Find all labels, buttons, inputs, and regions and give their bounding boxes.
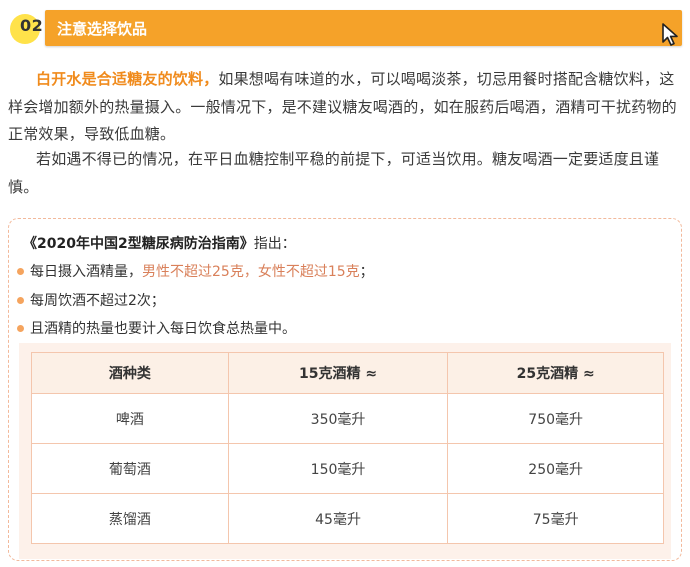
table-cell: 45毫升	[227, 493, 449, 544]
guideline-title-suffix: 指出：	[253, 236, 296, 252]
paragraph-alcohol: 若如遇不得已的情况，在平日血糖控制平稳的前提下，可适当饮用。糖友喝酒一定要适度且…	[8, 146, 684, 201]
table-cell: 葡萄酒	[31, 443, 229, 494]
table-row: 葡萄酒 150毫升 250毫升	[31, 443, 664, 494]
alcohol-table: 酒种类 15克酒精 ≈ 25克酒精 ≈ 啤酒 350毫升 750毫升 葡萄酒 1…	[31, 352, 664, 544]
list-item-text: 且酒精的热量也要计入每日饮食总热量中。	[30, 321, 296, 337]
list-item-text: 每日摄入酒精量，	[30, 264, 142, 280]
section-number: 02	[20, 16, 44, 35]
table-cell: 75毫升	[447, 493, 664, 544]
list-item-highlight: 男性不超过25克，女性不超过15克	[142, 264, 360, 280]
list-item-text: 每周饮酒不超过2次；	[30, 293, 165, 309]
table-cell: 150毫升	[227, 443, 449, 494]
list-item-suffix: ；	[359, 264, 374, 280]
list-item: 每周饮酒不超过2次；	[17, 290, 165, 310]
list-item: 且酒精的热量也要计入每日饮食总热量中。	[17, 318, 296, 338]
table-row: 蒸馏酒 45毫升 75毫升	[31, 493, 664, 544]
table-container: 酒种类 15克酒精 ≈ 25克酒精 ≈ 啤酒 350毫升 750毫升 葡萄酒 1…	[19, 343, 671, 559]
paragraph-body: 若如遇不得已的情况，在平日血糖控制平稳的前提下，可适当饮用。糖友喝酒一定要适度且…	[8, 150, 660, 196]
table-cell: 750毫升	[447, 393, 664, 444]
table-cell: 啤酒	[31, 393, 229, 444]
list-item: 每日摄入酒精量，男性不超过25克，女性不超过15克；	[17, 261, 374, 281]
column-header: 15克酒精 ≈	[227, 352, 449, 394]
table-cell: 250毫升	[447, 443, 664, 494]
section-title-bar: 注意选择饮品	[45, 10, 682, 46]
guideline-title: 《2020年中国2型糖尿病防治指南》指出：	[23, 233, 296, 253]
section-header: 02 注意选择饮品	[0, 8, 690, 48]
table-cell: 350毫升	[227, 393, 449, 444]
table-header-row: 酒种类 15克酒精 ≈ 25克酒精 ≈	[31, 352, 664, 394]
section-title: 注意选择饮品	[57, 20, 148, 38]
column-header: 25克酒精 ≈	[447, 352, 664, 394]
column-header: 酒种类	[31, 352, 229, 394]
table-cell: 蒸馏酒	[31, 493, 229, 544]
table-row: 啤酒 350毫升 750毫升	[31, 393, 664, 444]
bullet-dot-icon	[17, 267, 24, 275]
guideline-box: 《2020年中国2型糖尿病防治指南》指出： 每日摄入酒精量，男性不超过25克，女…	[8, 218, 682, 561]
mouse-pointer-icon	[662, 23, 678, 46]
bullet-dot-icon	[17, 296, 24, 304]
guideline-book-title: 《2020年中国2型糖尿病防治指南》	[23, 236, 254, 252]
bullet-dot-icon	[17, 324, 24, 332]
paragraph-highlight: 白开水是合适糖友的饮料，	[36, 70, 219, 88]
paragraph-water: 白开水是合适糖友的饮料，如果想喝有味道的水，可以喝喝淡茶，切忌用餐时搭配含糖饮料…	[8, 66, 684, 149]
